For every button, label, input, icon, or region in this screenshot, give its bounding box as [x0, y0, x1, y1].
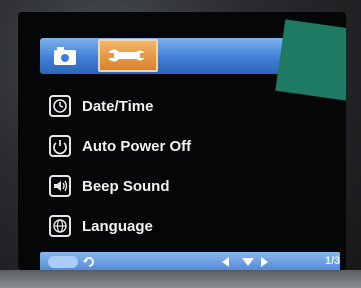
right-arrow-icon[interactable] [258, 255, 272, 269]
menu-item-label: Date/Time [82, 97, 154, 115]
menu-item-auto-power-off[interactable]: Auto Power Off [48, 132, 308, 160]
power-icon [48, 134, 72, 158]
clock-icon [48, 94, 72, 118]
tab-setup[interactable] [98, 39, 158, 72]
menu-item-date-time[interactable]: Date/Time [48, 92, 308, 120]
menu-item-beep-sound[interactable]: Beep Sound [48, 172, 308, 200]
camera-lcd-screen: Se Date/Time Auto Po [18, 12, 346, 270]
speaker-icon [48, 174, 72, 198]
camera-icon [54, 47, 76, 65]
page-indicator: 1/3 [325, 255, 341, 267]
tab-camera[interactable] [48, 42, 82, 70]
down-arrow-icon[interactable] [240, 256, 256, 268]
left-arrow-icon[interactable] [218, 255, 232, 269]
menu-item-label: Auto Power Off [82, 137, 192, 155]
green-sticker [275, 19, 346, 101]
wrench-icon [108, 49, 146, 62]
menu-item-language[interactable]: Language [48, 212, 308, 240]
menu-item-label: Language [82, 217, 153, 235]
menu-item-label: Beep Sound [82, 177, 170, 195]
mode-badge [48, 256, 78, 268]
back-icon[interactable] [82, 255, 96, 269]
device-edge [0, 270, 361, 288]
language-icon [48, 214, 72, 238]
bottom-status-bar: 1/3 [40, 252, 340, 270]
